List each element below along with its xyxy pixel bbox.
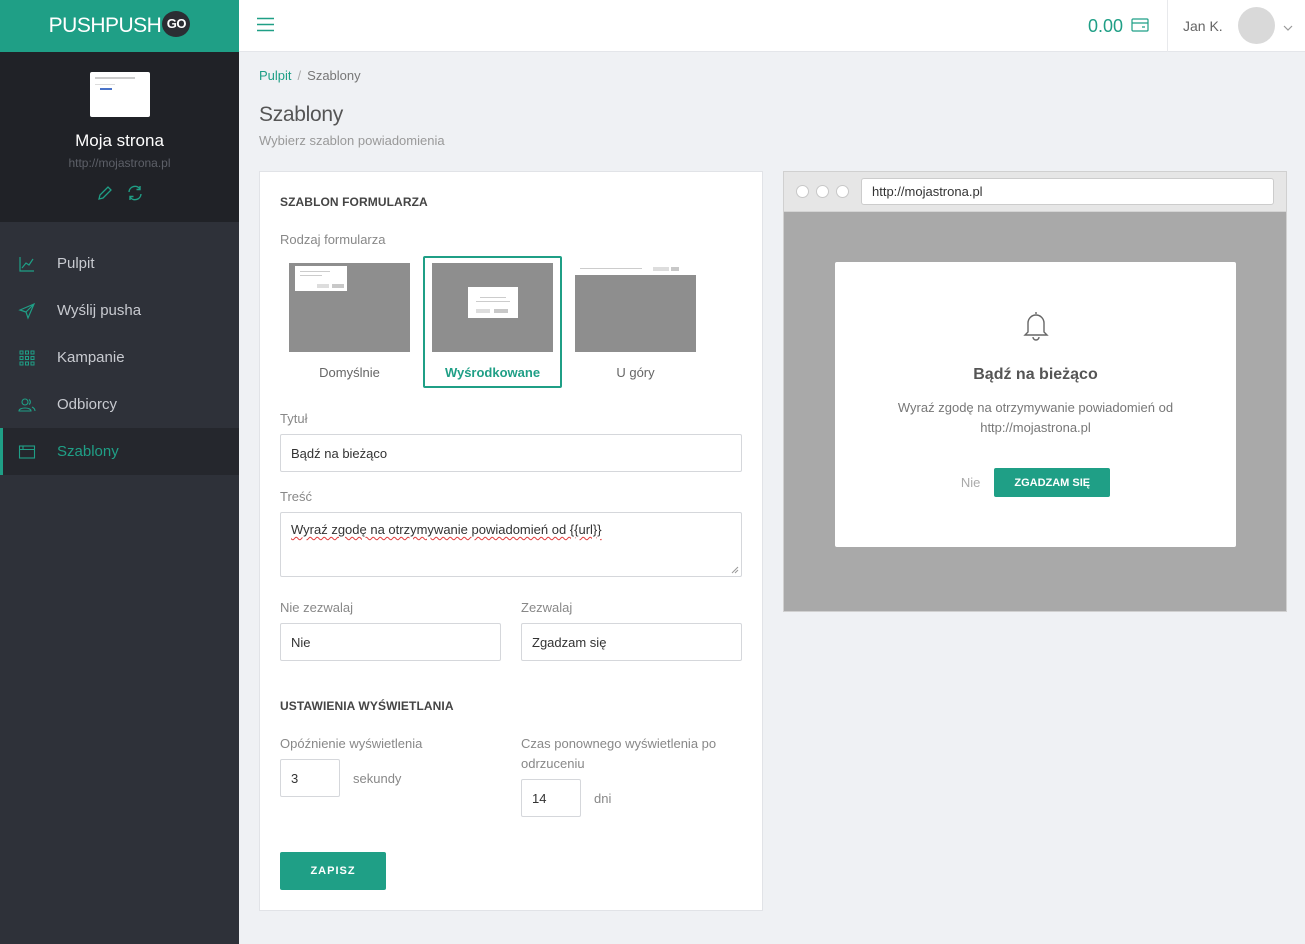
site-name: Moja strona <box>75 131 164 150</box>
preview-popup-body: Wyraź zgodę na otrzymywanie powiadomień … <box>897 400 1174 435</box>
grid-icon <box>18 349 36 367</box>
template-thumbnail <box>432 263 553 352</box>
sidebar-item-label: Wyślij pusha <box>57 302 142 319</box>
avatar <box>1237 7 1275 44</box>
template-option-label: U góry <box>616 365 655 380</box>
balance-value: 0.00 <box>1088 16 1124 36</box>
browser-bar: http://mojastrona.pl <box>784 172 1286 212</box>
send-icon <box>18 302 36 320</box>
edit-pencil-icon[interactable] <box>96 184 114 207</box>
site-card: Moja strona http://mojastrona.pl <box>0 52 239 222</box>
template-option-default[interactable]: Domyślnie <box>280 256 419 388</box>
wallet-icon <box>1123 16 1149 37</box>
site-thumbnail <box>89 72 150 117</box>
sidebar-item-kampanie[interactable]: Kampanie <box>0 334 239 381</box>
sidebar: PUSHPUSH GO Moja strona http://mojastron… <box>0 0 239 944</box>
account-balance[interactable]: 0.00 <box>1088 16 1149 37</box>
window-icon <box>18 443 36 461</box>
breadcrumb: Pulpit / Szablony <box>259 68 361 83</box>
template-thumbnail <box>289 263 410 352</box>
sidebar-item-szablony[interactable]: Szablony <box>0 428 239 475</box>
allow-field-label: Zezwalaj <box>521 600 573 615</box>
template-option-centered[interactable]: Wyśrodkowane <box>423 256 562 388</box>
preview-popup: Bądź na bieżąco Wyraź zgodę na otrzymywa… <box>835 262 1236 547</box>
sidebar-nav: Pulpit Wyślij pusha Kampanie Odbiorcy Sz… <box>0 240 239 475</box>
window-dot <box>816 185 829 198</box>
template-form-panel: SZABLON FORMULARZA Rodzaj formularza Dom… <box>259 171 763 911</box>
deny-input-value: Nie <box>291 634 311 650</box>
sidebar-item-pulpit[interactable]: Pulpit <box>0 240 239 287</box>
template-option-label: Wyśrodkowane <box>444 365 541 380</box>
app-logo[interactable]: PUSHPUSH GO <box>48 11 191 39</box>
topbar: 0.00 Jan K. <box>239 0 1305 52</box>
sidebar-item-label: Szablony <box>57 443 119 460</box>
window-dot <box>796 185 809 198</box>
preview-popup-title: Bądź na bieżąco <box>973 366 1098 383</box>
body-field-label: Treść <box>280 489 313 504</box>
form-type-label: Rodzaj formularza <box>280 232 386 247</box>
preview-deny-button[interactable]: Nie <box>961 475 981 490</box>
users-icon <box>18 396 36 414</box>
refresh-icon[interactable] <box>126 184 144 207</box>
display-section-title: USTAWIENIA WYŚWIETLANIA <box>280 699 454 713</box>
sidebar-item-label: Kampanie <box>57 349 125 366</box>
breadcrumb-current: Szablony <box>307 68 361 83</box>
body-textarea-value: Wyraź zgodę na otrzymywanie powiadomień … <box>291 522 602 537</box>
deny-input[interactable]: Nie <box>280 623 501 661</box>
redisplay-field-label: Czas ponownego wyświetlenia po odrzuceni… <box>521 736 717 771</box>
title-input-value: Bądź na bieżąco <box>291 445 388 461</box>
redisplay-unit: dni <box>594 791 612 806</box>
breadcrumb-home-link[interactable]: Pulpit <box>259 68 292 83</box>
allow-input[interactable]: Zgadzam się <box>521 623 742 661</box>
logo-bar: PUSHPUSH GO <box>0 0 239 52</box>
template-option-top[interactable]: U góry <box>566 256 705 388</box>
delay-unit: sekundy <box>353 771 402 786</box>
sidebar-item-odbiorcy[interactable]: Odbiorcy <box>0 381 239 428</box>
topbar-divider <box>1167 0 1168 52</box>
user-menu[interactable]: Jan K. <box>1183 7 1293 44</box>
breadcrumb-separator: / <box>297 68 302 83</box>
sidebar-item-label: Pulpit <box>57 255 95 272</box>
template-preview: http://mojastrona.pl Bądź na bieżąco Wyr… <box>783 171 1287 612</box>
menu-toggle-icon[interactable] <box>257 17 274 37</box>
bell-icon <box>835 309 1236 346</box>
save-button[interactable]: ZAPISZ <box>280 852 386 890</box>
deny-field-label: Nie zezwalaj <box>280 600 353 615</box>
body-textarea[interactable]: Wyraź zgodę na otrzymywanie powiadomień … <box>280 512 742 577</box>
delay-field-label: Opóźnienie wyświetlenia <box>280 736 423 751</box>
form-section-title: SZABLON FORMULARZA <box>280 195 428 209</box>
template-thumbnail <box>575 263 696 352</box>
redisplay-input[interactable]: 14 <box>521 779 581 817</box>
allow-input-value: Zgadzam się <box>532 634 607 650</box>
site-url: http://mojastrona.pl <box>68 156 171 170</box>
page-title: Szablony <box>259 103 343 126</box>
title-input[interactable]: Bądź na bieżąco <box>280 434 742 472</box>
redisplay-input-value: 14 <box>532 790 547 806</box>
user-name: Jan K. <box>1183 17 1223 34</box>
sidebar-item-label: Odbiorcy <box>57 396 118 413</box>
resize-handle-icon[interactable] <box>731 566 739 574</box>
logo-badge: GO <box>162 11 191 37</box>
chart-line-icon <box>18 255 36 273</box>
logo-text: PUSHPUSH <box>48 14 162 37</box>
page-subtitle: Wybierz szablon powiadomienia <box>259 133 445 148</box>
template-option-label: Domyślnie <box>319 365 380 380</box>
delay-input[interactable]: 3 <box>280 759 340 797</box>
chevron-down-icon <box>1283 18 1293 34</box>
sidebar-item-wyslij-pusha[interactable]: Wyślij pusha <box>0 287 239 334</box>
preview-url-bar: http://mojastrona.pl <box>861 178 1274 205</box>
title-field-label: Tytuł <box>280 411 308 426</box>
preview-allow-button[interactable]: ZGADZAM SIĘ <box>994 468 1111 497</box>
delay-input-value: 3 <box>291 770 299 786</box>
window-dot <box>836 185 849 198</box>
